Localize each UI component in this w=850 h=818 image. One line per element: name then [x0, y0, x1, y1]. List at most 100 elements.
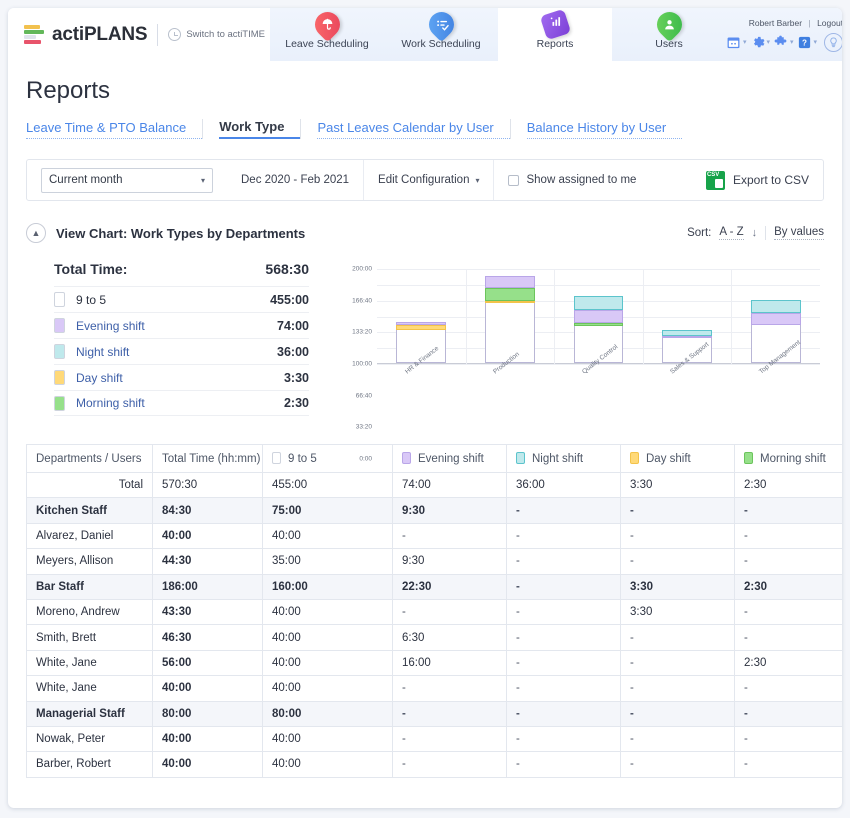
- tab-leave-time-pto-balance[interactable]: Leave Time & PTO Balance: [26, 120, 203, 139]
- table-column-header[interactable]: Day shift: [620, 444, 735, 473]
- collapse-chart-button[interactable]: ▲: [26, 223, 46, 243]
- nav-tab-reports[interactable]: Reports: [498, 8, 612, 61]
- legend-value: 74:00: [277, 318, 309, 333]
- integrations-menu[interactable]: ▾: [773, 35, 794, 50]
- table-column-header[interactable]: Departments / Users: [26, 444, 153, 473]
- work-type-table-wrap: Departments / Users Total Time (hh:mm) 9 t…: [26, 444, 842, 778]
- table-user-row[interactable]: Meyers, Allison 44:30 35:00 9:30- - -: [26, 548, 842, 575]
- primary-nav-tabs: Leave Scheduling Work Scheduling Reports…: [270, 8, 726, 61]
- table-cell: 2:30: [734, 471, 842, 499]
- chart-bar[interactable]: [573, 295, 624, 363]
- table-cell: -: [392, 700, 507, 727]
- table-cell: 2:30: [734, 649, 842, 677]
- settings-menu[interactable]: ▾: [750, 35, 770, 50]
- column-color-swatch: [630, 452, 639, 464]
- table-user-row[interactable]: Alvarez, Daniel 40:00 40:00- - - -: [26, 522, 842, 550]
- chart-bar-segment: [750, 299, 801, 313]
- table-user-row[interactable]: White, Jane 56:00 40:00 16:00- -2:30: [26, 649, 842, 677]
- table-column-header-label: Total Time (hh:mm): [162, 452, 261, 465]
- table-user-row[interactable]: White, Jane 40:00 40:00- - - -: [26, 675, 842, 702]
- table-user-row[interactable]: Smith, Brett 46:30 40:00 6:30- - -: [26, 624, 842, 651]
- top-navigation-bar: actiPLANS Switch to actiTIME Leave Sched…: [8, 8, 842, 61]
- table-cell: 46:30: [152, 624, 263, 651]
- page-title: Reports: [26, 77, 111, 104]
- table-cell: -: [392, 751, 507, 778]
- column-color-swatch: [516, 452, 525, 464]
- table-total-row[interactable]: Total 570:30 455:00 74:00 36:00 3:30 2:30: [26, 471, 842, 499]
- table-column-header[interactable]: Night shift: [506, 444, 621, 473]
- brand-name: actiPLANS: [52, 23, 148, 45]
- table-cell: 2:30: [734, 573, 842, 600]
- table-column-header-label: Departments / Users: [36, 452, 142, 465]
- date-range-cell: Dec 2020 - Feb 2021: [227, 160, 363, 200]
- chart-bar-segment: [485, 287, 535, 302]
- chart-gridline-vertical: [642, 269, 644, 364]
- calendar-menu[interactable]: ▾: [726, 35, 747, 50]
- table-cell: -: [734, 497, 842, 524]
- column-color-swatch: [402, 452, 411, 464]
- table-cell: 84:30: [152, 497, 263, 524]
- table-cell: 40:00: [262, 598, 393, 626]
- table-user-row[interactable]: Moreno, Andrew 43:30 40:00- -3:30-: [26, 598, 842, 626]
- chart-bar[interactable]: [485, 275, 535, 363]
- legend-row[interactable]: 9 to 5 455:00: [54, 286, 309, 312]
- chart-bar[interactable]: [750, 299, 801, 363]
- nav-tab-leave-scheduling[interactable]: Leave Scheduling: [270, 8, 384, 61]
- table-user-row[interactable]: Nowak, Peter 40:00 40:00- - - -: [26, 725, 842, 753]
- sort-direction-icon[interactable]: ↓: [752, 227, 758, 239]
- legend-color-swatch: [54, 318, 65, 333]
- period-select[interactable]: Current month ▾: [41, 167, 213, 193]
- legend-row[interactable]: Day shift 3:30: [54, 364, 309, 390]
- help-menu[interactable]: ? ▾: [797, 35, 817, 50]
- legend-color-swatch: [54, 395, 65, 411]
- tab-balance-history-by-user[interactable]: Balance History by User: [526, 120, 683, 139]
- table-cell: 43:30: [152, 598, 263, 626]
- sort-by-values-option[interactable]: By values: [774, 226, 824, 240]
- chart-title: View Chart: Work Types by Departments: [56, 225, 306, 241]
- table-column-header[interactable]: 9 to 5: [262, 444, 393, 473]
- edit-configuration-button[interactable]: Edit Configuration ▾: [378, 174, 479, 186]
- table-cell: -: [392, 522, 507, 550]
- nav-tab-users[interactable]: Users: [612, 8, 726, 61]
- chart-y-tick-label: 33:20: [355, 423, 372, 431]
- table-body: Total 570:30 455:00 74:00 36:00 3:30 2:30 Kitch…: [26, 471, 842, 778]
- legend-row[interactable]: Night shift 36:00: [54, 338, 309, 364]
- lightbulb-icon[interactable]: [824, 32, 842, 52]
- legend-row[interactable]: Evening shift 74:00: [54, 312, 309, 338]
- account-separator: |: [808, 17, 811, 28]
- chart-bar-segment: [750, 312, 801, 325]
- tab-work-type[interactable]: Work Type: [219, 119, 301, 139]
- chart-bar-segment: [573, 309, 624, 323]
- legend-row[interactable]: Morning shift 2:30: [54, 390, 309, 416]
- total-time-value: 568:30: [265, 261, 309, 277]
- table-cell: 44:30: [152, 548, 263, 575]
- edit-configuration-cell: Edit Configuration ▾: [364, 160, 493, 200]
- table-cell: 40:00: [152, 522, 263, 550]
- export-to-csv-button[interactable]: CSV Export to CSV: [705, 170, 823, 190]
- brand-area: actiPLANS Switch to actiTIME: [8, 8, 270, 61]
- table-department-row[interactable]: Bar Staff 186:00 160:00 22:30-3:30 2:30: [26, 573, 842, 600]
- table-cell: 40:00: [262, 725, 393, 753]
- table-cell: -: [734, 598, 842, 626]
- table-department-row[interactable]: Managerial Staff 80:00 80:00- - - -: [26, 700, 842, 727]
- logout-link[interactable]: Logout: [817, 18, 842, 28]
- show-assigned-to-me-checkbox[interactable]: Show assigned to me: [508, 174, 636, 186]
- table-cell: 3:30: [620, 471, 735, 499]
- account-area: Robert Barber | Logout ▾ ▾ ▾ ? ▾: [726, 8, 842, 61]
- legend-label: Evening shift: [76, 318, 145, 333]
- table-cell: -: [506, 522, 621, 550]
- period-select-value: Current month: [49, 174, 123, 186]
- table-column-header[interactable]: Total Time (hh:mm): [152, 444, 263, 473]
- tab-past-leaves-calendar-by-user[interactable]: Past Leaves Calendar by User: [317, 120, 510, 139]
- table-column-header[interactable]: Morning shift: [734, 444, 842, 473]
- switch-to-actitime-link[interactable]: Switch to actiTIME: [168, 28, 265, 41]
- table-cell: 9:30: [392, 548, 507, 575]
- table-column-header[interactable]: Evening shift: [392, 444, 507, 473]
- table-cell: 56:00: [152, 649, 263, 677]
- legend-color-swatch: [54, 370, 65, 385]
- table-user-row[interactable]: Barber, Robert 40:00 40:00- - - -: [26, 751, 842, 778]
- sort-a-z-option[interactable]: A - Z: [719, 226, 744, 240]
- table-department-row[interactable]: Kitchen Staff 84:30 75:00 9:30- - -: [26, 497, 842, 524]
- nav-tab-work-scheduling[interactable]: Work Scheduling: [384, 8, 498, 61]
- table-cell: 40:00: [262, 751, 393, 778]
